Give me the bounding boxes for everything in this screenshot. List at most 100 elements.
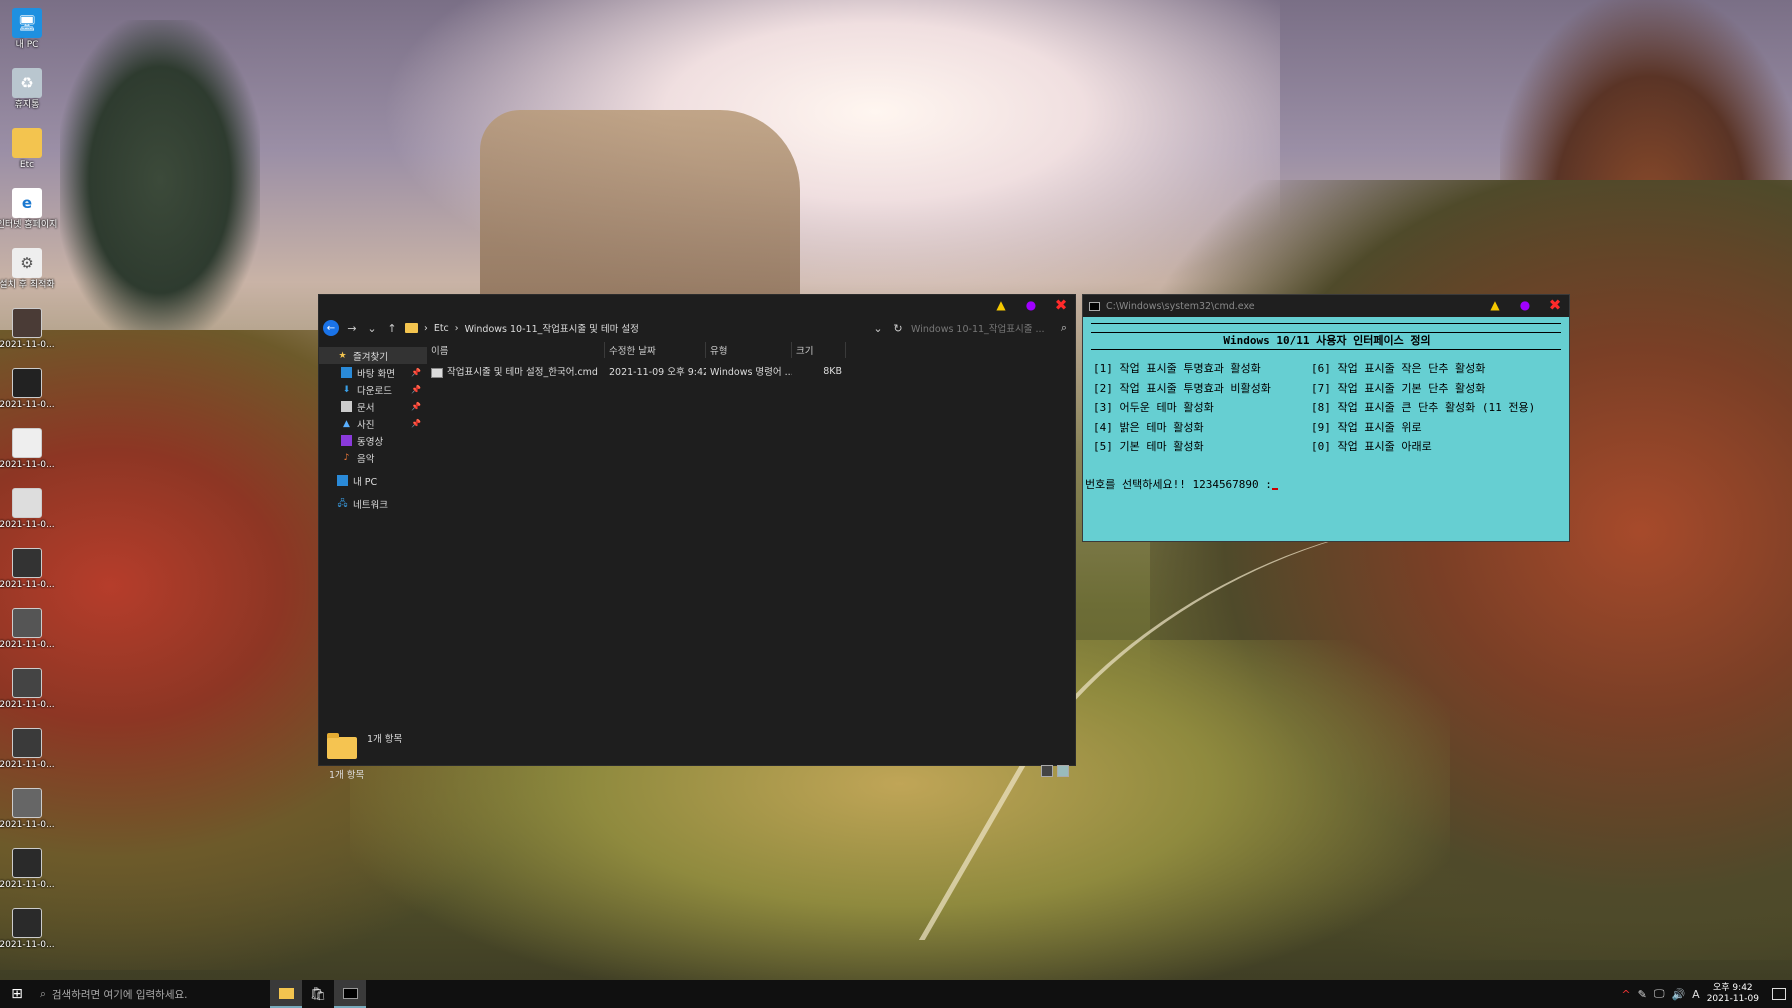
details-view-button[interactable] (1041, 765, 1053, 777)
windows-logo-icon: ⊞ (11, 986, 23, 1002)
desktop-icon-screenshot[interactable]: 2021-11-0... (0, 304, 55, 364)
refresh-button[interactable]: ↻ (891, 322, 905, 335)
table-row[interactable]: 작업표시줄 및 테마 설정_한국어.cmd 2021-11-09 오후 9:42… (427, 361, 1075, 381)
volume-icon[interactable]: 🔊 (1671, 988, 1685, 1001)
file-date: 2021-11-09 오후 9:42 (609, 367, 706, 378)
screenshot-icon (12, 548, 42, 578)
internet-explorer-icon: e (12, 188, 42, 218)
pin-icon: 📌 (411, 368, 421, 377)
maximize-button[interactable]: ● (1519, 298, 1531, 312)
file-explorer-window: ▲ ● ✖ ← → ⌄ ↑ › Etc › Windows 10-11_작업표시… (318, 294, 1076, 781)
file-name: 작업표시줄 및 테마 설정_한국어.cmd (447, 367, 598, 378)
desktop-icon-screenshot[interactable]: 2021-11-0... (0, 484, 55, 544)
notification-icon[interactable] (1772, 988, 1786, 1000)
network-icon: 🖧 (337, 498, 348, 509)
desktop-icon-screenshot[interactable]: 2021-11-0... (0, 424, 55, 484)
desktop-icon-screenshot[interactable]: 2021-11-0... (0, 364, 55, 424)
desktop-icon-column: 🖥 내 PC ♻ 휴지통 Etc e 인터넷 홈페이지 ⚙ 설치 후 최적화 2… (0, 4, 57, 964)
column-header-date[interactable]: 수정한 날짜 (605, 342, 706, 358)
network-icon[interactable]: 🖵 (1654, 987, 1665, 1001)
taskbar-file-explorer[interactable] (270, 980, 302, 1008)
minimize-button[interactable]: ▲ (1489, 298, 1501, 312)
cmd-title-bar[interactable]: C:\Windows\system32\cmd.exe ▲ ● ✖ (1083, 295, 1569, 317)
pin-icon: 📌 (411, 385, 421, 394)
cmd-heading: Windows 10/11 사용자 인터페이스 정의 (1223, 334, 1431, 347)
menu-option: [8] 작업 표시줄 큰 단추 활성화 (11 전용) (1311, 401, 1536, 414)
search-icon[interactable]: ⌕ (1057, 321, 1071, 335)
sidebar-item-desktop[interactable]: 바탕 화면 📌 (319, 364, 427, 381)
cmd-window: C:\Windows\system32\cmd.exe ▲ ● ✖ Window… (1082, 294, 1570, 542)
sidebar-item-pictures[interactable]: ▲ 사진 📌 (319, 415, 427, 432)
sidebar-item-quick-access[interactable]: ★ 즐겨찾기 (319, 347, 427, 364)
cmd-menu: [1] 작업 표시줄 투명효과 활성화 [6] 작업 표시줄 작은 단추 활성화… (1085, 359, 1569, 457)
up-button[interactable]: ↑ (385, 322, 399, 335)
cmd-rule (1091, 349, 1561, 353)
cmd-file-icon (431, 367, 443, 378)
status-bar-text: 1개 항목 (329, 770, 365, 781)
explorer-nav-bar: ← → ⌄ ↑ › Etc › Windows 10-11_작업표시줄 및 테마… (319, 317, 1075, 339)
column-header-size[interactable]: 크기 (792, 342, 846, 358)
forward-button[interactable]: → (345, 322, 359, 335)
back-button[interactable]: ← (323, 320, 339, 336)
taskbar-store[interactable]: 🛍 (302, 980, 334, 1008)
breadcrumb-item-current[interactable]: Windows 10-11_작업표시줄 및 테마 설정 (465, 321, 639, 335)
screenshot-icon (12, 308, 42, 338)
desktop-icon-internet[interactable]: e 인터넷 홈페이지 (0, 184, 57, 244)
explorer-title-bar[interactable]: ▲ ● ✖ (319, 295, 1075, 317)
music-icon: ♪ (343, 452, 350, 463)
breadcrumb-item-etc[interactable]: Etc (434, 323, 449, 334)
ime-indicator[interactable]: A (1692, 988, 1700, 1001)
minimize-button[interactable]: ▲ (995, 298, 1007, 312)
column-header-type[interactable]: 유형 (706, 342, 792, 358)
breadcrumb[interactable]: › Etc › Windows 10-11_작업표시줄 및 테마 설정 (405, 321, 865, 335)
pin-icon: 📌 (411, 419, 421, 428)
clock[interactable]: 오후 9:42 2021-11-09 (1707, 983, 1759, 1005)
sidebar-item-downloads[interactable]: ⬇ 다운로드 📌 (319, 381, 427, 398)
cmd-console[interactable]: Windows 10/11 사용자 인터페이스 정의 [1] 작업 표시줄 투명… (1083, 317, 1569, 494)
download-icon: ⬇ (342, 384, 351, 395)
screenshot-icon (12, 788, 42, 818)
explorer-footer: 1개 항목 1개 항목 (319, 729, 1075, 789)
breadcrumb-separator: › (454, 322, 459, 334)
show-hidden-icons-icon[interactable]: ^ (1621, 988, 1630, 1001)
large-icons-view-button[interactable] (1057, 765, 1069, 777)
sidebar-item-this-pc[interactable]: 내 PC (319, 472, 427, 489)
close-button[interactable]: ✖ (1055, 296, 1068, 314)
screenshot-icon (12, 488, 42, 518)
desktop-icon-screenshot[interactable]: 2021-11-0... (0, 904, 55, 964)
sidebar-item-music[interactable]: ♪ 음악 (319, 449, 427, 466)
taskbar-cmd[interactable] (334, 980, 366, 1008)
screenshot-icon (12, 848, 42, 878)
star-icon: ★ (338, 350, 347, 361)
desktop-icon-screenshot[interactable]: 2021-11-0... (0, 844, 55, 904)
taskbar: ⊞ ⌕ 검색하려면 여기에 입력하세요. 🛍 ^ ✎ 🖵 🔊 A 오후 9:42… (0, 980, 1792, 1008)
menu-option: [1] 작업 표시줄 투명효과 활성화 (1093, 362, 1261, 375)
recent-locations-button[interactable]: ⌄ (365, 322, 379, 335)
picture-icon: ▲ (343, 418, 350, 429)
sidebar-item-network[interactable]: 🖧 네트워크 (319, 495, 427, 512)
start-button[interactable]: ⊞ (0, 980, 34, 1008)
maximize-button[interactable]: ● (1025, 298, 1037, 312)
desktop-icon-screenshot[interactable]: 2021-11-0... (0, 664, 55, 724)
taskbar-search[interactable]: ⌕ 검색하려면 여기에 입력하세요. (34, 980, 270, 1008)
desktop-icon-screenshot[interactable]: 2021-11-0... (0, 604, 55, 664)
sidebar-item-videos[interactable]: 동영상 (319, 432, 427, 449)
screenshot-icon (12, 368, 42, 398)
address-dropdown-button[interactable]: ⌄ (871, 322, 885, 335)
desktop-icon-this-pc[interactable]: 🖥 내 PC (0, 4, 54, 64)
desktop-icon-screenshot[interactable]: 2021-11-0... (0, 724, 55, 784)
column-headers: 이름 수정한 날짜 유형 크기 (427, 339, 1075, 361)
desktop-icon-screenshot[interactable]: 2021-11-0... (0, 784, 55, 844)
cmd-prompt[interactable]: 번호를 선택하세요!! 1234567890 : (1085, 475, 1569, 495)
sidebar-item-documents[interactable]: 문서 📌 (319, 398, 427, 415)
search-input[interactable]: Windows 10-11_작업표시줄 ... (911, 321, 1051, 335)
desktop-icon-etc-folder[interactable]: Etc (0, 124, 54, 184)
close-button[interactable]: ✖ (1549, 296, 1562, 314)
desktop-icon-recycle-bin[interactable]: ♻ 휴지통 (0, 64, 54, 124)
desktop-icon-optimize[interactable]: ⚙ 설치 후 최적화 (0, 244, 55, 304)
desktop-icon-screenshot[interactable]: 2021-11-0... (0, 544, 55, 604)
menu-option: [4] 밝은 테마 활성화 (1093, 420, 1204, 434)
folder-icon (405, 323, 418, 333)
column-header-name[interactable]: 이름 (427, 342, 605, 358)
app-tray-icon[interactable]: ✎ (1638, 988, 1647, 1001)
